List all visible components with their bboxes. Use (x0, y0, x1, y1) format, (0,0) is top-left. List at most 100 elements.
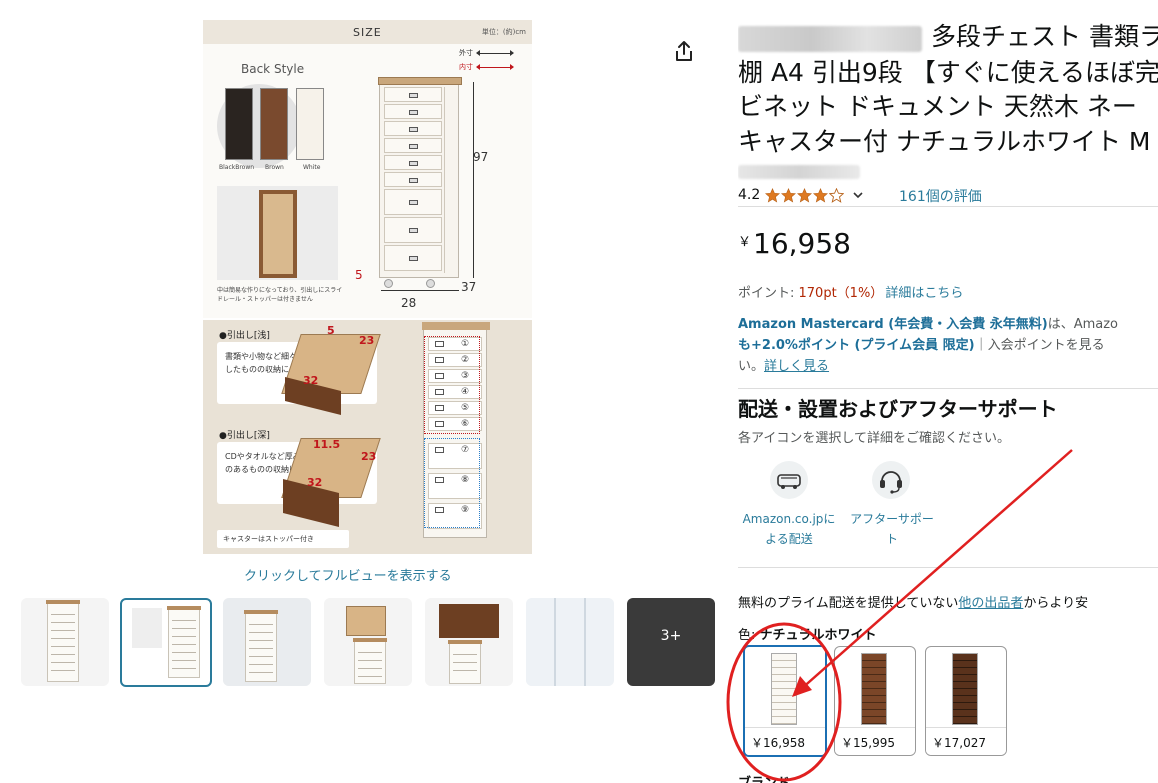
deep-dim-height: 11.5 (313, 438, 341, 451)
chevron-down-icon[interactable] (852, 189, 864, 201)
color-swatch-brown[interactable]: ￥15,995 (834, 646, 916, 756)
shallow-drawer-text: 書類や小物など細々したものの収納に (225, 352, 297, 374)
drawer-handle (409, 178, 418, 184)
thumbnail-drawers (249, 617, 273, 675)
review-count-link[interactable]: 161個の評価 (899, 186, 982, 206)
delivery-truck-icon[interactable] (769, 460, 809, 500)
color-swatch-natural-white[interactable]: ￥16,958 (743, 645, 827, 757)
height-dimension-line (473, 82, 474, 278)
divider (738, 388, 1158, 389)
numbered-chest-top (422, 322, 490, 330)
thumbnail-collage (526, 598, 614, 686)
product-title-line-4: キャスター付 ナチュラルホワイト M (738, 127, 1151, 156)
dimension-width: 28 (401, 296, 417, 310)
brand-name-redacted (738, 26, 922, 52)
thumbnail-drawers (51, 607, 75, 675)
thumbnail-chest (244, 610, 278, 682)
divider (738, 206, 1158, 207)
thumbnail-4[interactable] (324, 598, 412, 686)
selected-color-value: ナチュラルホワイト (759, 628, 877, 643)
chest-drawer (384, 217, 442, 243)
thumbnail-5[interactable] (425, 598, 513, 686)
thumbnail-drawers (172, 613, 196, 671)
main-product-image[interactable]: SIZE 単位：(約)cm 外寸 内寸 Back Style BlackBrow… (203, 20, 532, 554)
points-detail-link[interactable]: 詳細はこちら (885, 286, 963, 301)
thumbnail-1[interactable] (21, 598, 109, 686)
full-view-link[interactable]: クリックしてフルビューを表示する (244, 565, 452, 584)
legend-outer-label: 外寸 (459, 49, 473, 57)
delivery-section-subtitle: 各アイコンを選択して詳細をご確認ください。 (738, 431, 1010, 446)
chest-drawer (384, 121, 442, 136)
support-headset-icon[interactable] (871, 460, 911, 500)
swatch-price-bar: ￥15,995 (835, 727, 915, 755)
legend-inner-label: 内寸 (459, 63, 473, 71)
card-learn-more-link[interactable]: 詳しく見る (764, 359, 829, 374)
size-title: SIZE (353, 26, 382, 39)
drawer-panel: ●引出し[浅] 書類や小物など細々したものの収納に 5 23 32 ●引出し[深… (203, 320, 532, 554)
rating-row[interactable]: 4.2 (738, 184, 864, 206)
thumbnail-handle-closeup (439, 604, 499, 638)
color-selection-row: 色: ナチュラルホワイト (738, 624, 877, 643)
thumbnail-chest (353, 638, 387, 684)
legend-inner: 内寸 (459, 62, 514, 72)
back-frame (259, 190, 297, 278)
deep-group-outline (424, 438, 480, 528)
delivery-service-label[interactable]: Amazon.co.jpに よる配送 (738, 509, 840, 549)
drawer-handle (409, 161, 418, 167)
thumbnail-3[interactable] (223, 598, 311, 686)
legend-outer: 外寸 (459, 48, 514, 58)
price-value: 16,958 (753, 227, 851, 260)
chest-drawer (384, 189, 442, 215)
divider (738, 567, 1158, 568)
points-value: 170pt（1%） (798, 286, 884, 301)
color-label: 色: (738, 628, 760, 643)
support-service-label[interactable]: アフターサポー ト (844, 509, 940, 549)
star-empty-icon (829, 187, 845, 203)
caster (384, 279, 393, 288)
support-service-line-1: アフターサポー (850, 512, 934, 526)
product-info-column: 多段チェスト 書類ラ 棚 A4 引出9段 【すぐに使えるほぼ完 ビネット ドキュ… (738, 0, 1158, 783)
legend-inner-arrow (476, 63, 514, 70)
back-photo (217, 186, 338, 280)
dimension-caster: 5 (355, 268, 363, 282)
drawer-handle (409, 93, 418, 99)
dimension-height: 97 (473, 150, 489, 164)
star-full-icon (781, 187, 797, 203)
card-promo-text: は、Amazo (1047, 317, 1118, 332)
thumbnail-a4-drawer (346, 606, 386, 636)
color-label-blackbrown: BlackBrown (219, 164, 255, 171)
drawer-handle (409, 110, 418, 116)
rating-value: 4.2 (738, 187, 761, 203)
shallow-dim-width: 23 (359, 334, 375, 347)
card-promo-tail: い。 (738, 359, 765, 374)
chest-drawer (384, 104, 442, 119)
back-style-title: Back Style (241, 62, 305, 76)
chest-diagram (378, 77, 462, 288)
other-sellers-row: 無料のプライム配送を提供していない他の出品者からより安 (738, 592, 1088, 611)
star-full-icon (765, 187, 781, 203)
dimension-depth: 37 (461, 280, 477, 294)
thumbnail-chest (167, 606, 201, 678)
support-service-line-2: ト (885, 532, 898, 546)
price-row: ￥ 16,958 (738, 226, 851, 262)
chest-white (296, 88, 324, 160)
card-promo-signup[interactable]: ｜入会ポイントを見る (975, 338, 1105, 353)
thumbnail-6[interactable] (526, 598, 614, 686)
chest-drawer (384, 245, 442, 271)
thumbnail-chest (448, 640, 482, 684)
back-note: 中は簡易な作りになっており、引出しにスライドレール・ストッパーは付きません (217, 287, 343, 303)
other-sellers-link[interactable]: 他の出品者 (958, 596, 1023, 611)
store-link-redacted[interactable] (738, 165, 860, 179)
more-thumbnails-label: 3+ (660, 628, 682, 644)
thumbnail-chest (46, 600, 80, 682)
drawer-handle (409, 227, 418, 233)
thumbnail-2-selected[interactable] (120, 598, 212, 687)
color-swatch-dark-brown[interactable]: ￥17,027 (925, 646, 1007, 756)
swatch-price-bar: ￥17,027 (926, 727, 1006, 755)
card-promo-title[interactable]: Amazon Mastercard (年会費・入会費 永年無料) (738, 317, 1048, 332)
thumbnail-more[interactable]: 3+ (627, 598, 715, 686)
share-icon[interactable] (672, 39, 696, 63)
width-dimension-line (381, 290, 459, 291)
thumbnail-drawers (358, 645, 382, 677)
product-title-line-2: 棚 A4 引出9段 【すぐに使えるほぼ完 (738, 58, 1158, 87)
